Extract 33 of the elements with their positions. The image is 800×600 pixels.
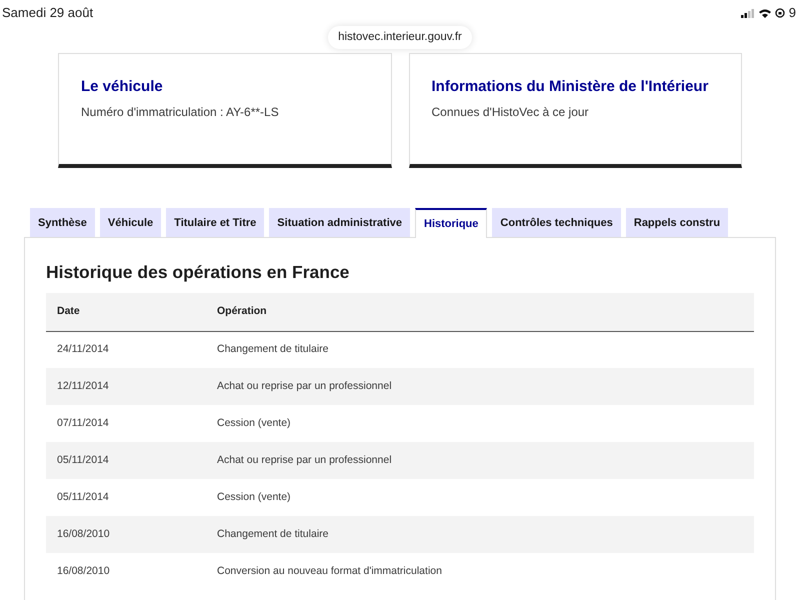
tab[interactable]: Titulaire et Titre: [166, 208, 264, 238]
operation-link[interactable]: Achat ou reprise par un professionnel: [217, 380, 392, 392]
operation-link[interactable]: Achat ou reprise par un professionnel: [217, 454, 392, 466]
card-title: Le véhicule: [81, 77, 164, 98]
column-header: Opération: [206, 293, 754, 332]
tab[interactable]: Situation administrative: [269, 208, 410, 238]
table-cell: 05/11/2014: [46, 442, 206, 480]
table-cell: 16/08/2010: [46, 553, 206, 590]
card-text: Connues d'HistoVec à ce jour: [432, 104, 590, 121]
battery-percent: 9: [788, 4, 796, 22]
table-cell: 16/08/2010: [46, 516, 206, 554]
tab[interactable]: Rappels constru: [626, 208, 728, 238]
section-title: Historique des opérations en France: [46, 262, 350, 284]
table-cell: 24/11/2014: [46, 331, 206, 368]
table-cell: 12/11/2014: [46, 368, 206, 406]
url-field[interactable]: histovec.interieur.gouv.fr: [328, 26, 472, 50]
tab[interactable]: Historique: [415, 208, 488, 238]
card-text: Numéro d'immatriculation : AY-6**-LS: [81, 104, 280, 121]
table-cell: 07/11/2014: [46, 405, 206, 442]
tab[interactable]: Synthèse: [30, 208, 95, 238]
column-header: Date: [46, 293, 206, 332]
signal-icon: [740, 8, 755, 18]
operation-link[interactable]: Cession (vente): [217, 490, 291, 503]
tab[interactable]: Véhicule: [100, 208, 162, 238]
operation-link[interactable]: Changement de titulaire: [217, 528, 328, 540]
operation-link[interactable]: Cession (vente): [217, 416, 291, 429]
table-cell: 05/11/2014: [46, 479, 206, 516]
operation-link[interactable]: Changement de titulaire: [217, 343, 328, 356]
tab[interactable]: Contrôles techniques: [492, 208, 621, 238]
status-date: Samedi 29 août: [2, 4, 94, 22]
card-title: Informations du Ministère de l'Intérieur: [432, 77, 710, 98]
wifi-icon: [758, 8, 771, 18]
operation-link[interactable]: Conversion au nouveau format d'immatriculation: [217, 564, 442, 577]
